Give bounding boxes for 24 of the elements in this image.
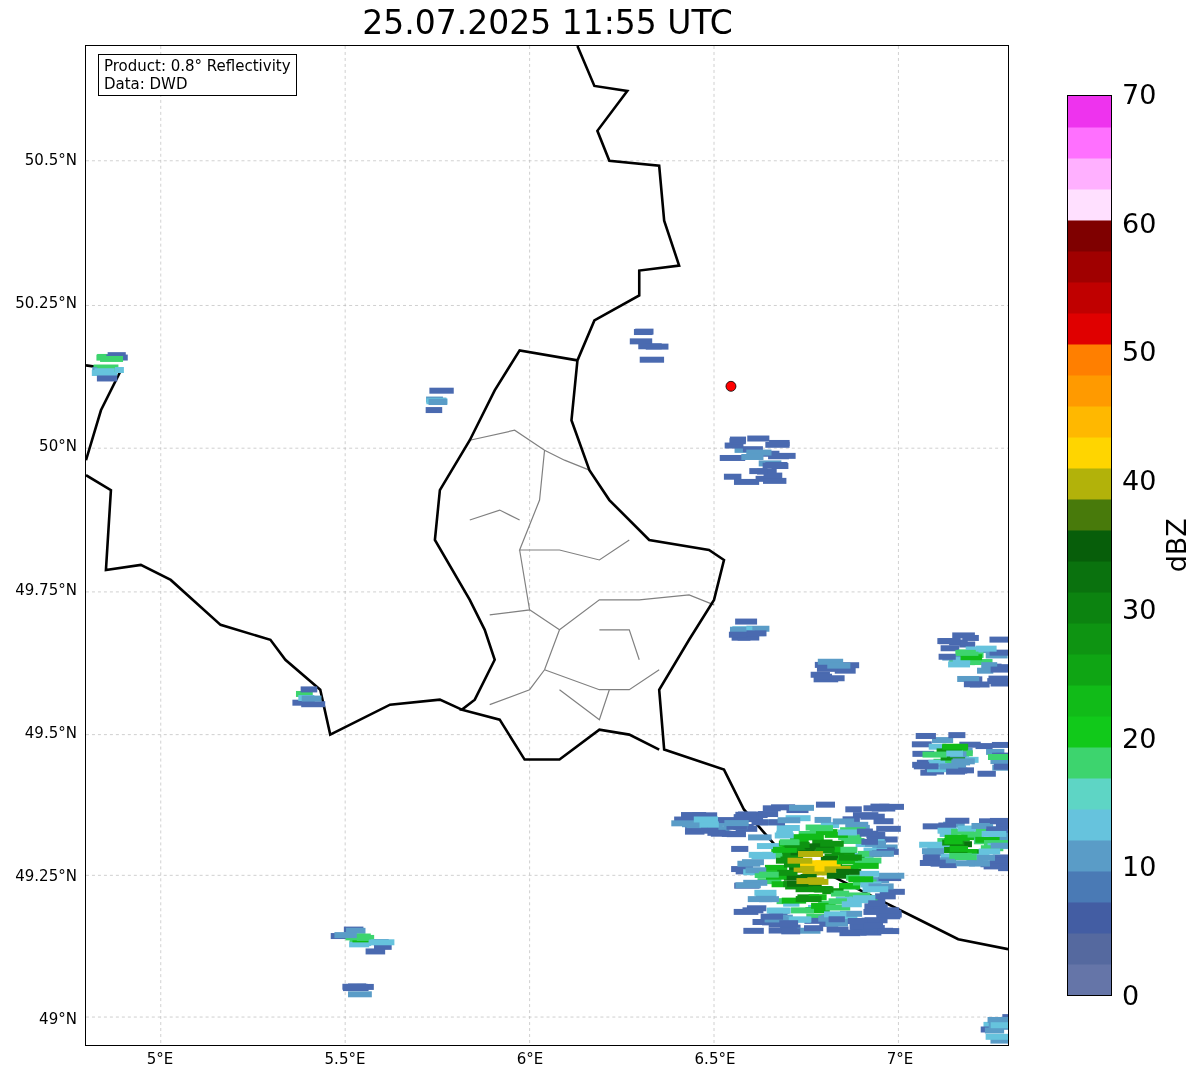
colorbar-tick-label: 70 [1122,80,1157,110]
colorbar-tick-label: 0 [1122,981,1140,1011]
colorbar-tick-label: 40 [1122,466,1157,497]
chart-title: 25.07.2025 11:55 UTC [361,2,734,44]
longitude-label: 7°E [886,1050,914,1068]
latitude-label: 49.5°N [24,723,77,742]
colorbar-label: dBZ [1159,518,1193,573]
latitude-label: 49.25°N [15,867,77,885]
latitude-label: 50°N [39,437,77,456]
latitude-label: 50.25°N [15,294,77,313]
longitude-label: 6°E [516,1050,544,1068]
colorbar-tick-label: 60 [1122,208,1157,239]
latitude-label: 49.75°N [15,580,77,599]
colorbar-tick-label: 30 [1122,594,1157,625]
longitude-label: 6.5°E [694,1050,736,1068]
colorbar-tick-label: 20 [1122,723,1157,754]
colorbar-tick-label: 10 [1122,852,1157,883]
latitude-label: 50.5°N [24,151,77,169]
colorbar-tick-label: 50 [1122,337,1157,368]
latitude-label: 49°N [39,1010,77,1029]
longitude-label: 5.5°E [324,1050,366,1068]
longitude-label: 5°E [146,1050,174,1068]
info-text: Data: DWD [103,75,189,93]
info-text: Product: 0.8° Reflectivity [103,57,291,75]
